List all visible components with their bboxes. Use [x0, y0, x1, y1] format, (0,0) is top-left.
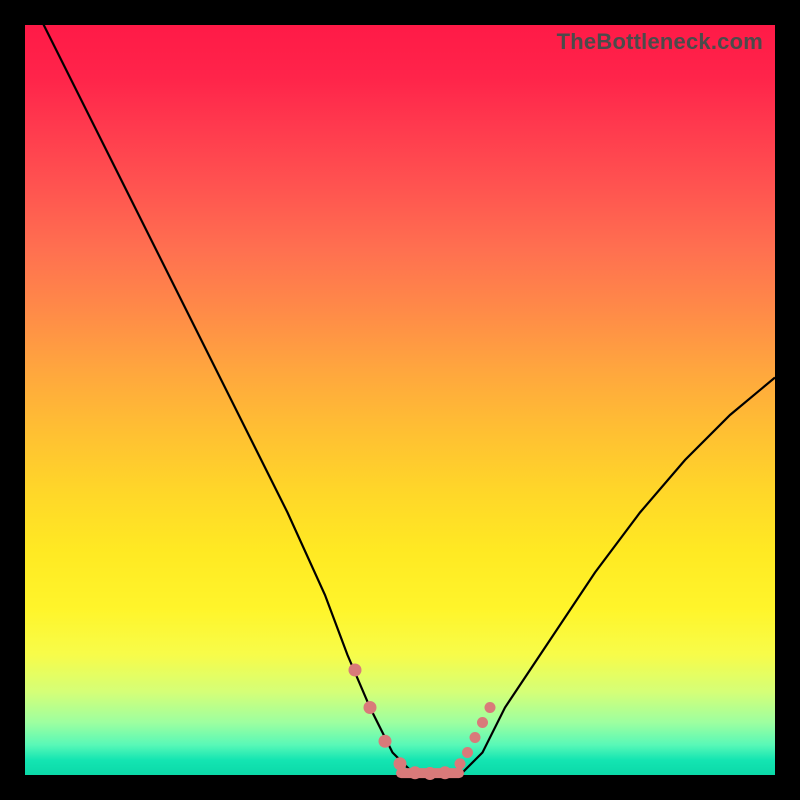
marker-dot: [364, 701, 377, 714]
marker-dot: [462, 747, 473, 758]
marker-dot: [477, 717, 488, 728]
bottleneck-curve: [25, 25, 775, 775]
marker-dot: [379, 735, 392, 748]
plot-area: TheBottleneck.com: [25, 25, 775, 775]
marker-dot: [424, 767, 437, 780]
marker-dot: [485, 702, 496, 713]
marker-dot: [439, 766, 452, 779]
marker-dot: [455, 758, 466, 769]
marker-dot: [409, 766, 422, 779]
marker-dot: [394, 757, 407, 770]
marker-dot: [470, 732, 481, 743]
marker-dot: [349, 664, 362, 677]
chart-frame: TheBottleneck.com: [0, 0, 800, 800]
